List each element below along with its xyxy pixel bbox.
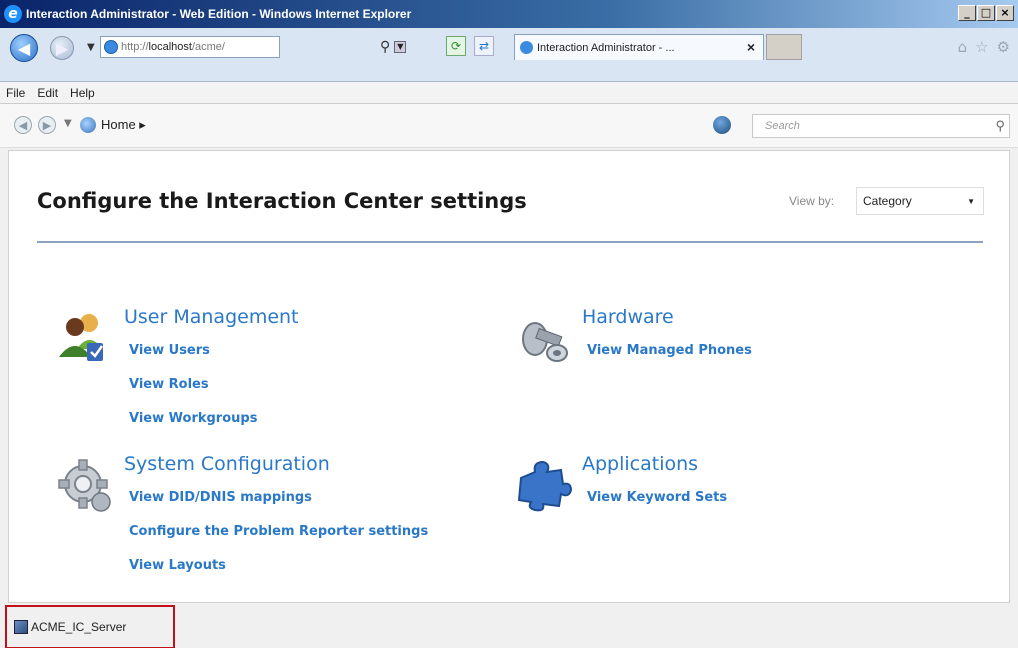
ie-logo-icon: e xyxy=(4,5,22,23)
tab-close-button[interactable]: × xyxy=(747,39,755,55)
view-managed-phones-link[interactable]: View Managed Phones xyxy=(587,343,752,358)
chevron-down-icon: ▼ xyxy=(967,197,975,206)
tab-interaction-administrator[interactable]: Interaction Administrator - ... × xyxy=(514,34,764,60)
view-users-link[interactable]: View Users xyxy=(129,343,210,358)
crumb-dropdown-icon[interactable]: ▼ xyxy=(64,118,72,129)
view-by-value: Category xyxy=(863,194,912,208)
back-button[interactable]: ◀ xyxy=(10,34,38,62)
crumb-back-icon[interactable]: ◀ xyxy=(14,116,32,134)
minimize-button[interactable]: _ xyxy=(958,5,976,21)
menu-help[interactable]: Help xyxy=(70,86,95,100)
view-layouts-link[interactable]: View Layouts xyxy=(129,558,226,573)
view-workgroups-link[interactable]: View Workgroups xyxy=(129,411,257,426)
users-icon xyxy=(59,314,104,361)
gear-icon xyxy=(58,459,111,512)
view-by-select[interactable]: Category ▼ xyxy=(856,187,984,215)
menu-edit[interactable]: Edit xyxy=(37,86,58,100)
page-icon xyxy=(104,40,118,54)
url-field[interactable]: http://localhost/acme/ xyxy=(100,36,280,58)
address-search-control[interactable]: ⚲ ▼ xyxy=(380,36,440,58)
settings-gear-icon[interactable]: ⚙ xyxy=(997,38,1010,56)
home-icon[interactable]: ⌂ xyxy=(958,38,968,56)
url-prefix: http:// xyxy=(121,41,149,53)
refresh-icon[interactable]: ⇄ xyxy=(474,36,494,56)
view-did-dnis-link[interactable]: View DID/DNIS mappings xyxy=(129,490,312,505)
status-bar: ACME_IC_Server xyxy=(0,605,1018,648)
tab-page-icon xyxy=(520,41,533,54)
server-status-item[interactable]: ACME_IC_Server xyxy=(5,605,175,648)
main-content: Configure the Interaction Center setting… xyxy=(8,150,1010,603)
close-window-button[interactable]: × xyxy=(996,5,1014,21)
system-configuration-title[interactable]: System Configuration xyxy=(124,453,330,475)
crumb-forward-icon[interactable]: ▶ xyxy=(38,116,56,134)
new-tab-button[interactable] xyxy=(766,34,802,60)
page-title: Configure the Interaction Center setting… xyxy=(37,189,527,213)
window-titlebar: e Interaction Administrator - Web Editio… xyxy=(0,0,1018,28)
search-input[interactable]: Search ⚲ xyxy=(752,114,1010,138)
search-icon[interactable]: ⚲ xyxy=(380,39,390,55)
history-dropdown-icon[interactable]: ▼ xyxy=(87,42,95,53)
problem-reporter-link[interactable]: Configure the Problem Reporter settings xyxy=(129,524,428,539)
url-path: /acme/ xyxy=(191,41,225,53)
view-keyword-sets-link[interactable]: View Keyword Sets xyxy=(587,490,727,505)
maximize-button[interactable]: □ xyxy=(977,5,995,21)
title-divider xyxy=(37,241,983,243)
applications-title[interactable]: Applications xyxy=(582,453,698,475)
breadcrumb-toolbar: ◀ ▶ ▼ Home ▸ Search ⚲ xyxy=(0,104,1018,148)
forward-button[interactable]: ▶ xyxy=(50,36,74,60)
address-dropdown-icon[interactable]: ▼ xyxy=(394,41,407,53)
menu-bar: File Edit Help xyxy=(0,82,1018,104)
server-name: ACME_IC_Server xyxy=(31,620,127,634)
address-bar: ◀ ▶ ▼ http://localhost/acme/ ⚲ ▼ ⟳ ⇄ Int… xyxy=(0,28,1018,82)
search-magnifier-icon[interactable]: ⚲ xyxy=(995,118,1005,134)
url-host: localhost xyxy=(148,41,192,53)
window-controls: _ □ × xyxy=(958,5,1014,21)
hardware-icon xyxy=(522,322,568,362)
favorites-icon[interactable]: ☆ xyxy=(975,38,988,56)
compatibility-view-icon[interactable]: ⟳ xyxy=(446,36,466,56)
hardware-title[interactable]: Hardware xyxy=(582,306,674,328)
user-management-title[interactable]: User Management xyxy=(124,306,299,328)
view-roles-link[interactable]: View Roles xyxy=(129,377,209,392)
browser-right-icons: ⌂ ☆ ⚙ xyxy=(958,38,1010,56)
home-crumb-icon xyxy=(80,117,96,133)
tab-title: Interaction Administrator - ... xyxy=(537,41,675,54)
view-by-label: View by: xyxy=(789,194,835,208)
server-globe-icon[interactable] xyxy=(713,116,731,134)
puzzle-icon xyxy=(517,460,573,512)
search-placeholder: Search xyxy=(765,120,800,132)
menu-file[interactable]: File xyxy=(6,86,25,100)
breadcrumb-home[interactable]: Home ▸ xyxy=(101,117,146,133)
server-icon xyxy=(14,620,28,634)
window-title: Interaction Administrator - Web Edition … xyxy=(26,7,412,21)
